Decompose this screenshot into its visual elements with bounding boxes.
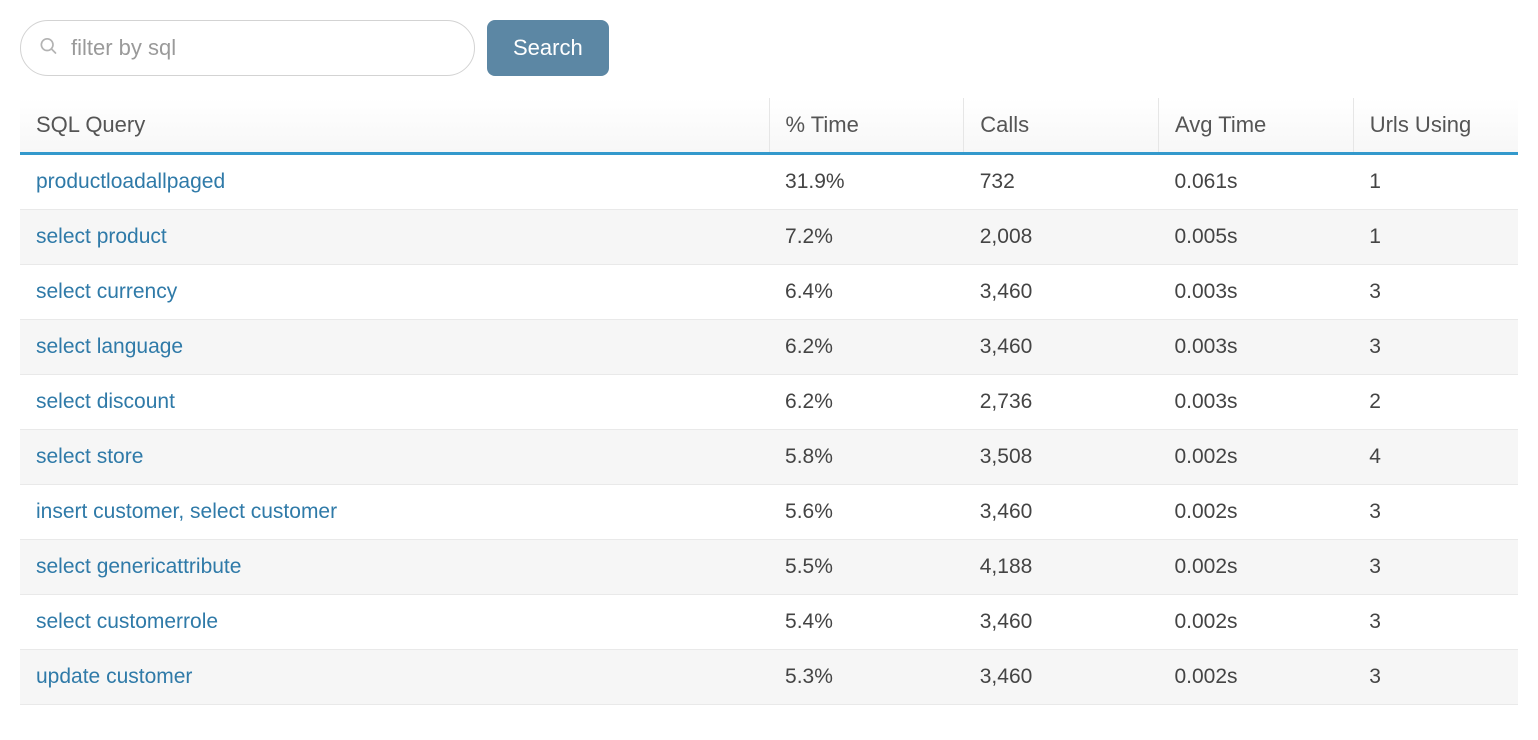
cell-urls-using: 3 xyxy=(1353,485,1518,540)
sql-queries-table: SQL Query % Time Calls Avg Time Urls Usi… xyxy=(20,98,1518,705)
column-header-pct-time[interactable]: % Time xyxy=(769,98,964,154)
cell-urls-using: 1 xyxy=(1353,154,1518,210)
cell-pct-time: 7.2% xyxy=(769,210,964,265)
cell-urls-using: 3 xyxy=(1353,265,1518,320)
cell-pct-time: 31.9% xyxy=(769,154,964,210)
query-link[interactable]: select discount xyxy=(36,390,175,413)
query-link[interactable]: select currency xyxy=(36,280,177,303)
cell-pct-time: 5.3% xyxy=(769,650,964,705)
cell-pct-time: 6.2% xyxy=(769,375,964,430)
table-row: select product 7.2%2,0080.005s1 xyxy=(20,210,1518,265)
column-header-calls[interactable]: Calls xyxy=(964,98,1159,154)
cell-calls: 3,460 xyxy=(964,650,1159,705)
cell-query: update customer xyxy=(20,650,769,705)
cell-avg-time: 0.002s xyxy=(1158,485,1353,540)
column-header-avg-time[interactable]: Avg Time xyxy=(1158,98,1353,154)
cell-pct-time: 5.8% xyxy=(769,430,964,485)
cell-query: select product xyxy=(20,210,769,265)
table-row: select discount 6.2%2,7360.003s2 xyxy=(20,375,1518,430)
table-row: update customer 5.3%3,4600.002s3 xyxy=(20,650,1518,705)
query-link[interactable]: insert customer, select customer xyxy=(36,500,337,523)
cell-urls-using: 3 xyxy=(1353,650,1518,705)
table-row: select currency 6.4%3,4600.003s3 xyxy=(20,265,1518,320)
cell-avg-time: 0.002s xyxy=(1158,595,1353,650)
table-row: select customerrole 5.4%3,4600.002s3 xyxy=(20,595,1518,650)
cell-pct-time: 6.2% xyxy=(769,320,964,375)
cell-avg-time: 0.002s xyxy=(1158,650,1353,705)
cell-pct-time: 5.4% xyxy=(769,595,964,650)
table-row: select store 5.8%3,5080.002s4 xyxy=(20,430,1518,485)
search-button[interactable]: Search xyxy=(487,20,609,76)
cell-urls-using: 3 xyxy=(1353,320,1518,375)
table-header-row: SQL Query % Time Calls Avg Time Urls Usi… xyxy=(20,98,1518,154)
cell-query: select store xyxy=(20,430,769,485)
cell-avg-time: 0.003s xyxy=(1158,375,1353,430)
page-container: Search SQL Query % Time Calls Avg Time U… xyxy=(0,0,1538,705)
cell-urls-using: 3 xyxy=(1353,540,1518,595)
table-row: insert customer, select customer 5.6%3,46… xyxy=(20,485,1518,540)
search-row: Search xyxy=(20,20,1518,76)
cell-urls-using: 3 xyxy=(1353,595,1518,650)
cell-query: select discount xyxy=(20,375,769,430)
cell-urls-using: 2 xyxy=(1353,375,1518,430)
cell-avg-time: 0.005s xyxy=(1158,210,1353,265)
cell-calls: 2,736 xyxy=(964,375,1159,430)
cell-query: select genericattribute xyxy=(20,540,769,595)
query-link[interactable]: productloadallpaged xyxy=(36,170,225,193)
query-link[interactable]: select store xyxy=(36,445,143,468)
cell-avg-time: 0.002s xyxy=(1158,430,1353,485)
cell-pct-time: 5.5% xyxy=(769,540,964,595)
cell-pct-time: 6.4% xyxy=(769,265,964,320)
cell-query: select language xyxy=(20,320,769,375)
cell-calls: 4,188 xyxy=(964,540,1159,595)
cell-calls: 3,508 xyxy=(964,430,1159,485)
cell-calls: 3,460 xyxy=(964,265,1159,320)
query-link[interactable]: select customerrole xyxy=(36,610,218,633)
cell-calls: 732 xyxy=(964,154,1159,210)
cell-avg-time: 0.061s xyxy=(1158,154,1353,210)
cell-query: select currency xyxy=(20,265,769,320)
query-link[interactable]: select product xyxy=(36,225,167,248)
cell-pct-time: 5.6% xyxy=(769,485,964,540)
column-header-urls-using[interactable]: Urls Using xyxy=(1353,98,1518,154)
cell-urls-using: 4 xyxy=(1353,430,1518,485)
query-link[interactable]: select genericattribute xyxy=(36,555,241,578)
cell-avg-time: 0.003s xyxy=(1158,265,1353,320)
query-link[interactable]: update customer xyxy=(36,665,192,688)
cell-avg-time: 0.003s xyxy=(1158,320,1353,375)
search-wrapper xyxy=(20,20,475,76)
cell-query: insert customer, select customer xyxy=(20,485,769,540)
cell-avg-time: 0.002s xyxy=(1158,540,1353,595)
query-link[interactable]: select language xyxy=(36,335,183,358)
cell-calls: 3,460 xyxy=(964,320,1159,375)
cell-calls: 2,008 xyxy=(964,210,1159,265)
table-row: select language 6.2%3,4600.003s3 xyxy=(20,320,1518,375)
cell-calls: 3,460 xyxy=(964,485,1159,540)
cell-query: productloadallpaged xyxy=(20,154,769,210)
table-row: productloadallpaged 31.9%7320.061s1 xyxy=(20,154,1518,210)
cell-query: select customerrole xyxy=(20,595,769,650)
table-row: select genericattribute 5.5%4,1880.002s3 xyxy=(20,540,1518,595)
column-header-query[interactable]: SQL Query xyxy=(20,98,769,154)
filter-sql-input[interactable] xyxy=(20,20,475,76)
cell-urls-using: 1 xyxy=(1353,210,1518,265)
cell-calls: 3,460 xyxy=(964,595,1159,650)
